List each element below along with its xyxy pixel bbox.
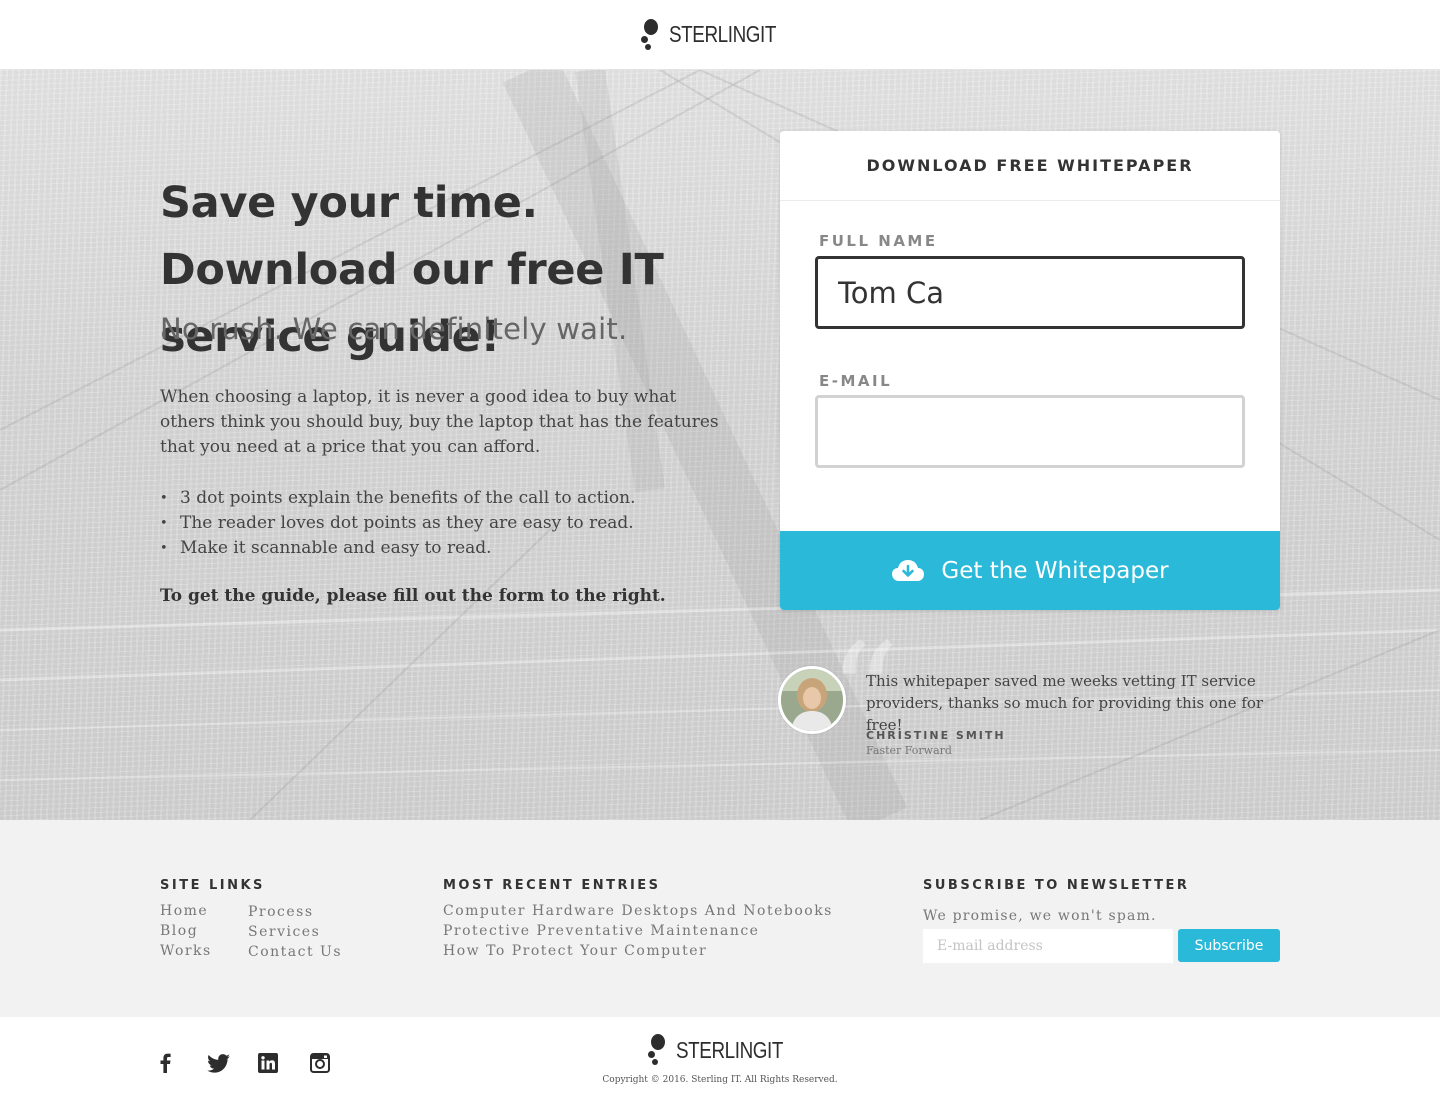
benefit-list: 3 dot points explain the benefits of the… — [160, 486, 636, 561]
testimonial-quote: This whitepaper saved me weeks vetting I… — [866, 672, 1264, 734]
subscribe-button[interactable]: Subscribe — [1178, 929, 1280, 962]
footer-link-home[interactable]: Home — [160, 903, 208, 919]
footer-link-services[interactable]: Services — [248, 924, 320, 940]
footer-link-process[interactable]: Process — [248, 904, 314, 920]
site-header: STERLINGIT — [0, 0, 1440, 70]
hero-body-text: When choosing a laptop, it is never a go… — [160, 387, 719, 457]
full-name-field-wrapper — [815, 256, 1245, 329]
copyright-text: Copyright © 2016. Sterling IT. All Right… — [602, 1075, 838, 1085]
footer-links-section: SITE LINKS Home Blog Works Process Servi… — [0, 820, 1440, 1017]
newsletter-email-input[interactable] — [923, 929, 1173, 963]
logo-dots-icon — [640, 18, 659, 51]
recent-entry-link[interactable]: How To Protect Your Computer — [443, 943, 707, 959]
testimonial-author: CHRISTINE SMITH — [866, 729, 1006, 742]
site-links-title: SITE LINKS — [160, 878, 265, 893]
bottom-bar: STERLINGIT Copyright © 2016. Sterling IT… — [0, 1017, 1440, 1107]
form-title: DOWNLOAD FREE WHITEPAPER — [780, 131, 1280, 201]
hero-section: Save your time. Download our free IT ser… — [0, 70, 1440, 820]
facebook-icon[interactable] — [153, 1052, 177, 1074]
footer-link-contact[interactable]: Contact Us — [248, 944, 342, 960]
full-name-input[interactable] — [818, 259, 1242, 326]
hero-subheading: No rush. We can definitely wait. — [160, 312, 628, 346]
recent-entries-title: MOST RECENT ENTRIES — [443, 878, 661, 893]
header-logo[interactable]: STERLINGIT — [640, 18, 799, 51]
benefit-item: 3 dot points explain the benefits of the… — [160, 486, 636, 511]
twitter-icon[interactable] — [206, 1052, 230, 1074]
email-input[interactable] — [818, 398, 1242, 465]
benefit-item: Make it scannable and easy to read. — [160, 536, 636, 561]
email-label: E-MAIL — [819, 372, 893, 390]
linkedin-icon[interactable] — [256, 1052, 280, 1074]
logo-text: STERLINGIT — [668, 21, 776, 47]
footer-link-works[interactable]: Works — [160, 943, 212, 959]
footer-logo-text: STERLINGIT — [676, 1036, 783, 1063]
newsletter-note: We promise, we won't spam. — [923, 908, 1157, 924]
testimonial-company: Faster Forward — [866, 744, 952, 757]
footer-link-blog[interactable]: Blog — [160, 923, 198, 939]
avatar — [778, 666, 846, 734]
cloud-download-icon — [892, 559, 925, 581]
footer-logo[interactable]: STERLINGIT — [648, 1034, 806, 1066]
get-whitepaper-button[interactable]: Get the Whitepaper — [780, 531, 1280, 610]
recent-entry-link[interactable]: Computer Hardware Desktops And Notebooks — [443, 903, 833, 919]
instagram-icon[interactable] — [308, 1052, 332, 1074]
whitepaper-form-card: DOWNLOAD FREE WHITEPAPER FULL NAME E-MAI… — [780, 131, 1280, 610]
cta-note: To get the guide, please fill out the fo… — [160, 586, 666, 606]
recent-entry-link[interactable]: Protective Preventative Maintenance — [443, 923, 759, 939]
benefit-item: The reader loves dot points as they are … — [160, 511, 636, 536]
full-name-label: FULL NAME — [819, 232, 938, 250]
logo-dots-icon — [648, 1034, 666, 1066]
newsletter-title: SUBSCRIBE TO NEWSLETTER — [923, 878, 1190, 893]
get-whitepaper-label: Get the Whitepaper — [941, 557, 1169, 584]
email-field-wrapper — [815, 395, 1245, 468]
